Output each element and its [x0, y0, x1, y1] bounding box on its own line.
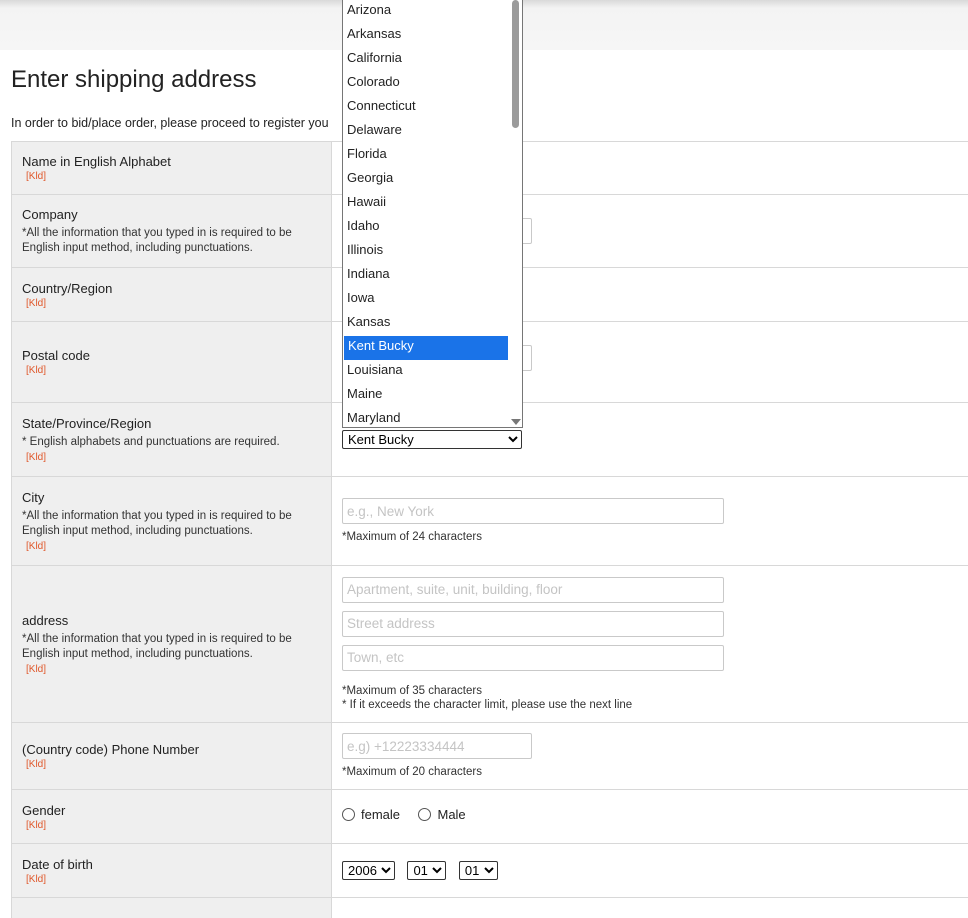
state-option[interactable]: Maine	[343, 384, 505, 408]
address-line1-input[interactable]	[342, 577, 724, 603]
dob-label: Date of birth	[22, 857, 321, 872]
required-tag: [Kld]	[22, 874, 321, 885]
field-cell-address: *Maximum of 35 characters * If it exceed…	[332, 566, 968, 723]
required-tag: [Kld]	[22, 820, 321, 831]
required-tag: [Kld]	[22, 452, 321, 463]
state-option[interactable]: California	[343, 48, 505, 72]
city-note: *All the information that you typed in i…	[22, 509, 321, 539]
city-hint: *Maximum of 24 characters	[342, 530, 958, 544]
name-label: Name in English Alphabet	[22, 154, 321, 169]
state-option[interactable]: Delaware	[343, 120, 505, 144]
address-note: *All the information that you typed in i…	[22, 632, 321, 662]
state-note: * English alphabets and punctuations are…	[22, 435, 321, 450]
phone-input[interactable]	[342, 733, 532, 759]
postal-label: Postal code	[22, 348, 321, 363]
state-dropdown-items: ArizonaArkansasCaliforniaColoradoConnect…	[343, 0, 522, 428]
state-option[interactable]: Iowa	[343, 288, 505, 312]
gender-male-label: Male	[437, 807, 465, 822]
row-address: address *All the information that you ty…	[12, 566, 968, 723]
radio-circle-icon[interactable]	[418, 808, 431, 821]
page-title: Enter shipping address	[11, 66, 256, 94]
gender-label: Gender	[22, 803, 321, 818]
field-cell-city: *Maximum of 24 characters	[332, 477, 968, 566]
required-tag: [Kld]	[22, 664, 321, 675]
state-option[interactable]: Arizona	[343, 0, 505, 24]
gender-female-label: female	[361, 807, 400, 822]
radio-circle-icon[interactable]	[342, 808, 355, 821]
address-label: address	[22, 613, 321, 628]
label-cell-dob: Date of birth [Kld]	[12, 844, 332, 898]
gender-female-radio[interactable]: female	[342, 807, 400, 822]
field-cell-dob: 2006 01 01	[332, 844, 968, 898]
label-cell-name: Name in English Alphabet [Kld]	[12, 142, 332, 195]
dob-year-select[interactable]: 2006	[342, 861, 395, 880]
city-label: City	[22, 490, 321, 505]
row-city: City *All the information that you typed…	[12, 477, 968, 566]
field-cell-gender: female Male	[332, 790, 968, 844]
company-note: *All the information that you typed in i…	[22, 226, 321, 256]
row-next	[12, 898, 968, 918]
address-hint-overflow: * If it exceeds the character limit, ple…	[342, 698, 958, 712]
scroll-down-arrow-icon[interactable]	[511, 419, 521, 425]
state-option[interactable]: Georgia	[343, 168, 505, 192]
state-option[interactable]: Florida	[343, 144, 505, 168]
label-cell-company: Company *All the information that you ty…	[12, 195, 332, 268]
label-cell-postal: Postal code [Kld]	[12, 322, 332, 403]
gender-male-radio[interactable]: Male	[418, 807, 465, 822]
field-cell-next	[332, 898, 968, 918]
intro-text: In order to bid/place order, please proc…	[11, 116, 329, 130]
address-hint-max: *Maximum of 35 characters	[342, 684, 958, 698]
row-phone: (Country code) Phone Number [Kld] *Maxim…	[12, 723, 968, 790]
state-option[interactable]: Idaho	[343, 216, 505, 240]
state-option[interactable]: Hawaii	[343, 192, 505, 216]
phone-label: (Country code) Phone Number	[22, 742, 321, 757]
state-select[interactable]: Kent Bucky	[342, 430, 522, 449]
label-cell-city: City *All the information that you typed…	[12, 477, 332, 566]
state-option[interactable]: Connecticut	[343, 96, 505, 120]
label-cell-gender: Gender [Kld]	[12, 790, 332, 844]
label-cell-address: address *All the information that you ty…	[12, 566, 332, 723]
required-tag: [Kld]	[22, 298, 321, 309]
state-dropdown-list[interactable]: ArizonaArkansasCaliforniaColoradoConnect…	[342, 0, 523, 428]
label-cell-next	[12, 898, 332, 918]
phone-hint: *Maximum of 20 characters	[342, 765, 958, 779]
state-option[interactable]: Indiana	[343, 264, 505, 288]
label-cell-country: Country/Region [Kld]	[12, 268, 332, 322]
field-cell-phone: *Maximum of 20 characters	[332, 723, 968, 790]
state-option[interactable]: Arkansas	[343, 24, 505, 48]
required-tag: [Kld]	[22, 759, 321, 770]
row-gender: Gender [Kld] female Male	[12, 790, 968, 844]
dropdown-scrollbar[interactable]	[508, 0, 522, 427]
dob-day-select[interactable]: 01	[459, 861, 498, 880]
required-tag: [Kld]	[22, 541, 321, 552]
label-cell-phone: (Country code) Phone Number [Kld]	[12, 723, 332, 790]
dropdown-scroll-thumb[interactable]	[512, 0, 519, 128]
address-line3-input[interactable]	[342, 645, 724, 671]
state-option[interactable]: Illinois	[343, 240, 505, 264]
company-label: Company	[22, 207, 321, 222]
row-dob: Date of birth [Kld] 2006 01 01	[12, 844, 968, 898]
state-option[interactable]: Colorado	[343, 72, 505, 96]
city-input[interactable]	[342, 498, 724, 524]
dob-month-select[interactable]: 01	[407, 861, 446, 880]
required-tag: [Kld]	[22, 365, 321, 376]
country-label: Country/Region	[22, 281, 321, 296]
label-cell-state: State/Province/Region * English alphabet…	[12, 403, 332, 477]
state-option[interactable]: Kansas	[343, 312, 505, 336]
state-label: State/Province/Region	[22, 416, 321, 431]
state-option[interactable]: Maryland	[343, 408, 505, 428]
address-line2-input[interactable]	[342, 611, 724, 637]
state-option[interactable]: Louisiana	[343, 360, 505, 384]
state-option[interactable]: Kent Bucky	[344, 336, 508, 360]
required-tag: [Kld]	[22, 171, 321, 182]
